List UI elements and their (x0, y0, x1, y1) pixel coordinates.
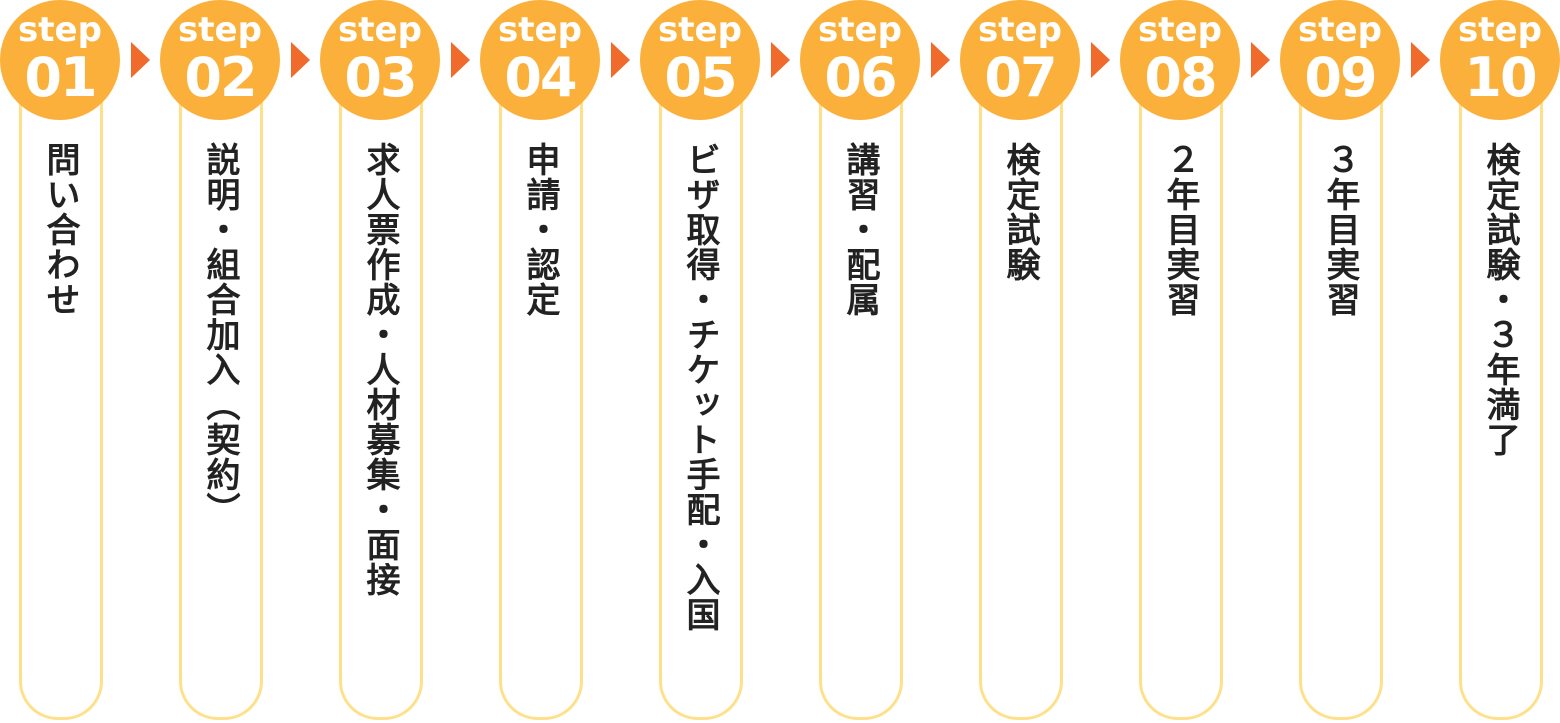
step-08-badge: step 08 (1120, 0, 1240, 120)
step-05-badge: step 05 (640, 0, 760, 120)
step-04-number: 04 (504, 46, 577, 109)
step-03-label: 求人票作成・人材募集・面接 (360, 142, 400, 597)
step-08: step 08 ２年目実習 (1120, 0, 1240, 723)
step-03-badge-word: step (338, 10, 422, 50)
step-10-badge-word: step (1458, 10, 1542, 50)
step-07: step 07 検定試験 (960, 0, 1080, 723)
step-01-number: 01 (24, 46, 97, 109)
step-05: step 05 ビザ取得・チケット手配・入国 (640, 0, 760, 723)
arrow-right-icon (1091, 42, 1110, 78)
step-09-badge-word: step (1298, 10, 1382, 50)
step-06: step 06 講習・配属 (800, 0, 920, 723)
step-06-badge-word: step (818, 10, 902, 50)
step-10-number: 10 (1464, 46, 1537, 109)
arrow-right-icon (291, 42, 310, 78)
step-01-badge-word: step (18, 10, 102, 50)
step-07-badge: step 07 (960, 0, 1080, 120)
arrow-right-icon (451, 42, 470, 78)
step-01: step 01 問い合わせ (0, 0, 120, 723)
step-05-number: 05 (664, 46, 737, 109)
step-08-label: ２年目実習 (1160, 142, 1200, 317)
step-08-badge-word: step (1138, 10, 1222, 50)
step-02-label: 説明・組合加入（契約） (200, 142, 240, 527)
step-05-label: ビザ取得・チケット手配・入国 (680, 142, 720, 632)
step-07-badge-word: step (978, 10, 1062, 50)
step-09-label: ３年目実習 (1320, 142, 1360, 317)
step-09-badge: step 09 (1280, 0, 1400, 120)
step-02-badge: step 02 (160, 0, 280, 120)
arrow-right-icon (931, 42, 950, 78)
step-07-label: 検定試験 (1000, 142, 1040, 282)
step-03-badge: step 03 (320, 0, 440, 120)
step-08-number: 08 (1144, 46, 1217, 109)
step-04-badge-word: step (498, 10, 582, 50)
step-06-badge: step 06 (800, 0, 920, 120)
arrow-right-icon (131, 42, 150, 78)
step-06-number: 06 (824, 46, 897, 109)
step-flow-diagram: step 01 問い合わせ step 02 説明・組合加入（契約） step 0… (0, 0, 1560, 723)
step-03-number: 03 (344, 46, 417, 109)
step-03: step 03 求人票作成・人材募集・面接 (320, 0, 440, 723)
step-01-badge: step 01 (0, 0, 120, 120)
step-01-label: 問い合わせ (40, 142, 80, 317)
step-10: step 10 検定試験・３年満了 (1440, 0, 1560, 723)
step-02-badge-word: step (178, 10, 262, 50)
arrow-right-icon (611, 42, 630, 78)
arrow-right-icon (1251, 42, 1270, 78)
step-09-number: 09 (1304, 46, 1377, 109)
arrow-right-icon (1411, 42, 1430, 78)
step-10-label: 検定試験・３年満了 (1480, 142, 1520, 457)
step-10-badge: step 10 (1440, 0, 1560, 120)
step-07-number: 07 (984, 46, 1057, 109)
step-04-badge: step 04 (480, 0, 600, 120)
step-02-number: 02 (184, 46, 257, 109)
step-04: step 04 申請・認定 (480, 0, 600, 723)
step-05-badge-word: step (658, 10, 742, 50)
step-06-label: 講習・配属 (840, 142, 880, 317)
arrow-right-icon (771, 42, 790, 78)
step-04-label: 申請・認定 (520, 142, 560, 317)
step-09: step 09 ３年目実習 (1280, 0, 1400, 723)
step-02: step 02 説明・組合加入（契約） (160, 0, 280, 723)
